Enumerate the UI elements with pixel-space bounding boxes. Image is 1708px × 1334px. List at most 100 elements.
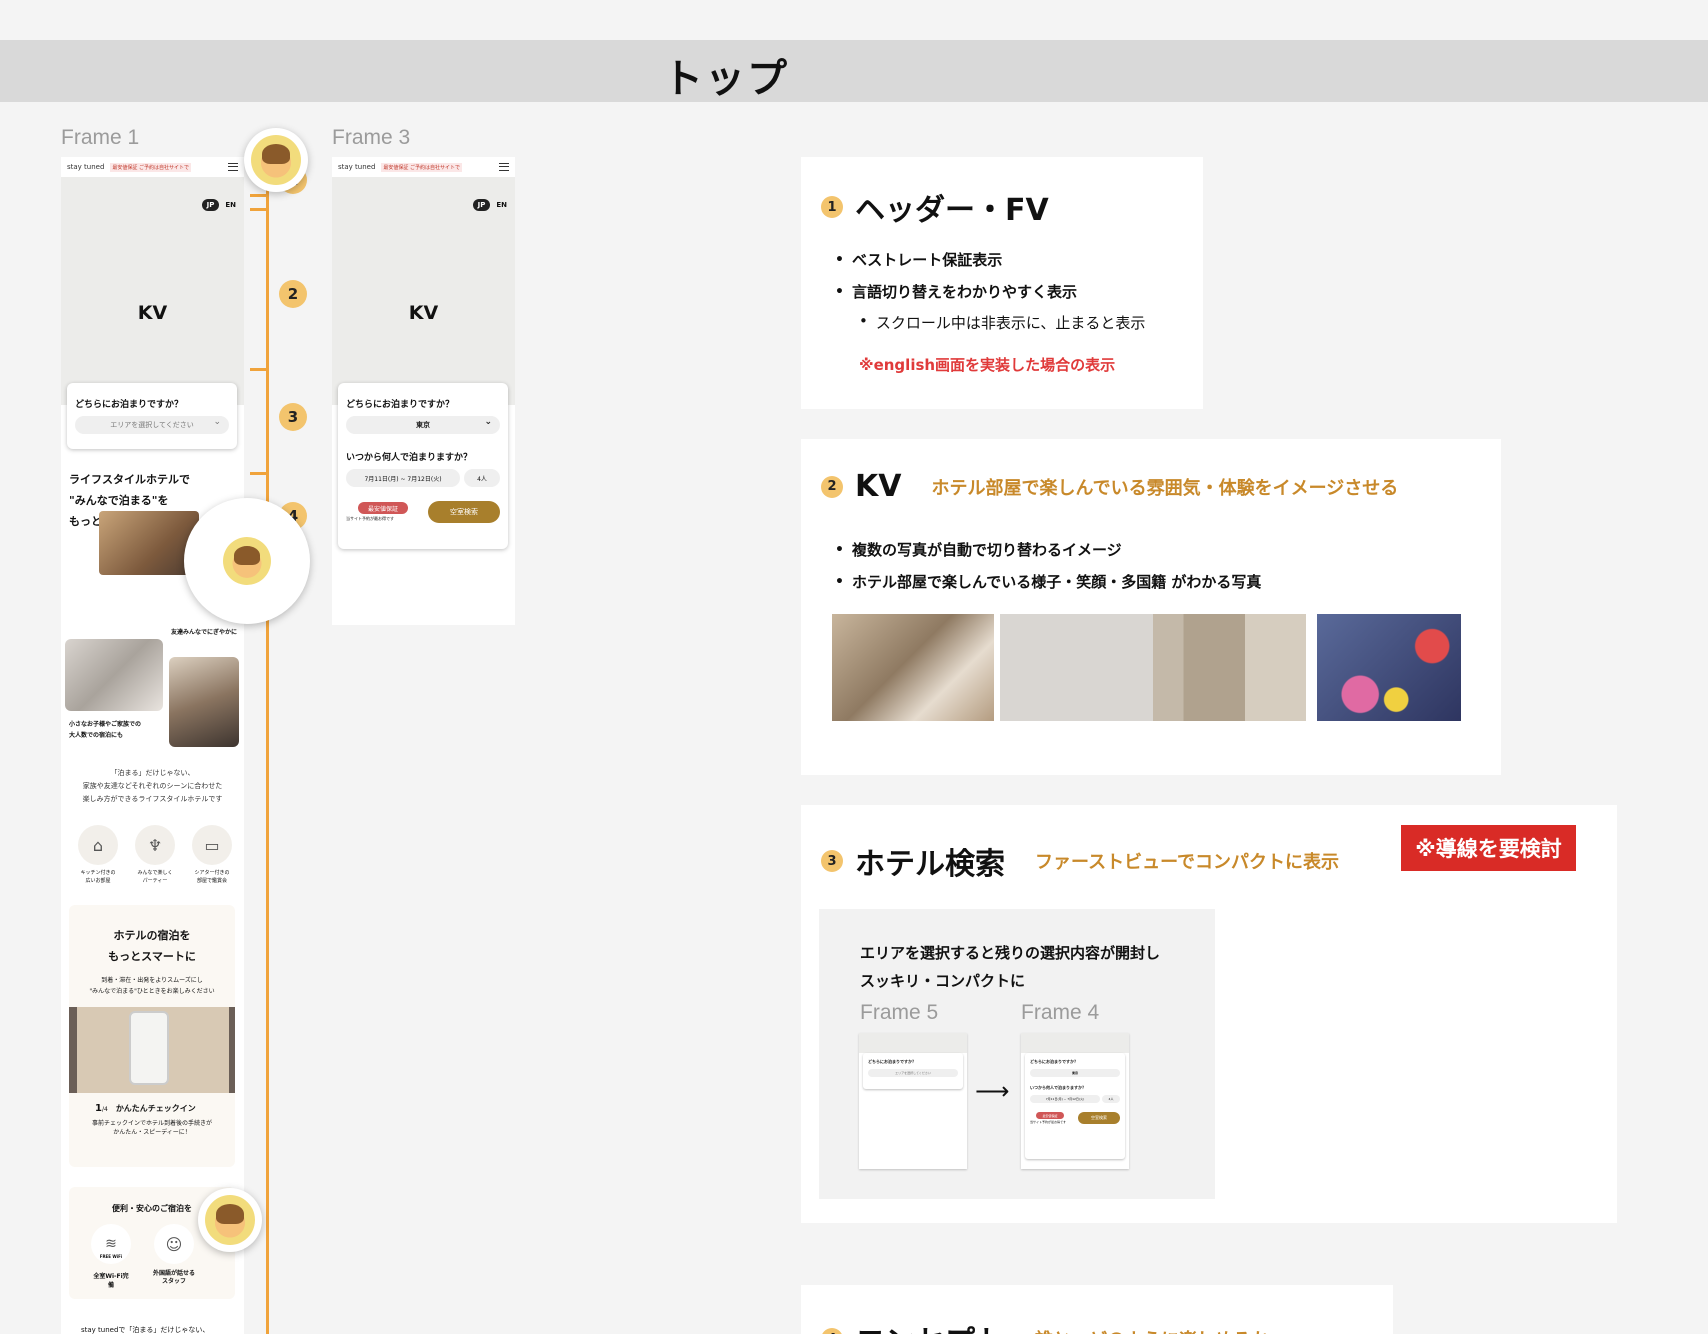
best-rate-badge: 最安値保証 ご予約は自社サイトで <box>381 162 463 172</box>
search-question: どちらにお泊まりですか？ <box>75 400 184 410</box>
date-range-input[interactable]: 7月11日(月) ~ 7月12日(火) <box>346 469 460 487</box>
frame-5-label: Frame 5 <box>860 1001 939 1024</box>
thumb-search-question: どちらにお泊まりですか？ <box>1030 1059 1078 1064</box>
flow-arrow-icon: ⟶ <box>975 1077 1010 1105</box>
intro-line-3: 楽しみ方ができるライフスタイルホテルです <box>82 795 223 803</box>
section-1-bullet-2: 言語切り替えをわかりやすく表示 <box>835 281 1077 302</box>
thumb-date-range: 7月11日(月) ~ 7月12日(火) <box>1030 1095 1100 1103</box>
collaborator-avatar[interactable] <box>198 1188 262 1252</box>
thumb-when-question: いつから何人で泊まりますか？ <box>1030 1085 1086 1090</box>
checkin-desc-line-2: かんたん・スピーディーに！ <box>113 1129 191 1136</box>
feature-staff: ☺ 外国語が話せる スタッフ <box>149 1224 199 1289</box>
section-3-alert-badge: ※導線を要検討 <box>1401 825 1576 871</box>
lang-en-button[interactable]: EN <box>225 201 236 209</box>
hamburger-menu-icon[interactable] <box>499 163 509 171</box>
language-switch[interactable]: JP EN <box>472 199 507 211</box>
frame-1-label: Frame 1 <box>61 126 140 149</box>
language-switch[interactable]: JP EN <box>201 199 236 211</box>
feature-party-line-1: みんなで楽しく <box>137 870 173 876</box>
phone-header: stay tuned 最安値保証 ご予約は自社サイトで <box>332 157 515 177</box>
intro-line-1: 「泊まる」だけじゃない、 <box>110 769 195 777</box>
timeline-line <box>266 186 269 1334</box>
checkin-desc-line-1: 事前チェックインでホテル到着後の手続きが <box>91 1120 212 1127</box>
kv-placeholder: KV <box>408 302 439 324</box>
collaborator-avatar-large[interactable] <box>184 498 310 624</box>
collaborator-avatar[interactable] <box>244 128 308 192</box>
stay-tuned-logo[interactable]: stay tuned <box>67 163 104 171</box>
section-1-bullet-1: ベストレート保証表示 <box>835 249 1002 270</box>
kv-photo-family <box>1000 614 1306 721</box>
page-header-banner: トップ <box>0 40 1708 102</box>
user-avatar-icon <box>205 1195 255 1245</box>
pot-icon: ⌂ <box>78 825 118 865</box>
section-3-flow-panel: エリアを選択すると残りの選択内容が開封し スッキリ・コンパクトに Frame 5… <box>819 909 1215 1199</box>
checkin-total: /4 <box>101 1106 108 1113</box>
feature-kitchen-line-1: キッチン付きの <box>80 870 116 876</box>
page-title: トップ <box>663 56 789 102</box>
search-vacancy-button[interactable]: 空室検索 <box>428 501 500 523</box>
lifestyle-heading-line-1: ライフスタイルホテルで <box>69 473 190 486</box>
thumb-search-button: 空室検索 <box>1078 1112 1120 1124</box>
intro-line-2: 家族や友達などそれぞれのシーンに合わせた <box>82 782 223 790</box>
section-3-title: ホテル検索 <box>855 847 1005 882</box>
thumb-guests: 4人 <box>1102 1095 1120 1103</box>
staff-icon: ☺ <box>154 1224 194 1264</box>
section-1-card: 1 ヘッダー・FV ベストレート保証表示 言語切り替えをわかりやすく表示 スクロ… <box>801 157 1203 409</box>
wifi-caption: 全室Wi-Fi完備 <box>93 1273 129 1289</box>
section-4-subtitle: 誰と・どのように楽しめるか <box>1035 1326 1269 1334</box>
caption-family: 小さなお子様やご家族での 大人数での宿泊にも <box>69 719 141 741</box>
frame-3-phone[interactable]: stay tuned 最安値保証 ご予約は自社サイトで JP EN KV どちら… <box>332 157 515 625</box>
kv-area: JP EN KV <box>332 177 515 405</box>
area-select[interactable]: エリアを選択してください <box>75 416 229 434</box>
footer-text: stay tunedで「泊まる」だけじゃない、 <box>81 1326 210 1334</box>
section-2-subtitle: ホテル部屋で楽しんでいる雰囲気・体験をイメージさせる <box>931 477 1399 499</box>
guest-count-input[interactable]: 4人 <box>464 469 500 487</box>
lifestyle-heading-line-2: "みんなで泊まる"を <box>69 494 169 507</box>
photo-seniors <box>169 657 239 747</box>
section-2-bullet-1: 複数の写真が自動で切り替わるイメージ <box>835 539 1122 560</box>
timeline-tick <box>250 368 267 371</box>
section-4-title: コンセプト <box>855 1317 1005 1334</box>
area-select[interactable]: 東京 <box>346 416 500 434</box>
phone-qr-icon <box>129 1011 169 1085</box>
frame-5-thumbnail: どちらにお泊まりですか？ エリアを選択してください <box>859 1033 967 1169</box>
thumb-best-rate-note: 当サイト予約が最お得です <box>1030 1120 1067 1124</box>
kv-area: JP EN KV <box>61 177 244 405</box>
timeline-tick <box>250 194 267 197</box>
hotel-search-card-expanded: どちらにお泊まりですか？ 東京 いつから何人で泊まりますか？ 7月11日(月) … <box>338 383 508 549</box>
phone-header: stay tuned 最安値保証 ご予約は自社サイトで <box>61 157 244 177</box>
frame-1-phone[interactable]: stay tuned 最安値保証 ご予約は自社サイトで JP EN KV どちら… <box>61 157 244 1334</box>
checkin-title: かんたんチェックイン <box>115 1104 196 1113</box>
feature-theater: ▭ シアター付きの 部屋で鑑賞会 <box>189 825 235 885</box>
smart-heading-line-1: ホテルの宿泊を <box>113 929 191 942</box>
step-2-marker: 2 <box>279 280 307 308</box>
best-rate-note: 当サイト予約が最お得です <box>346 516 394 521</box>
lang-jp-button[interactable]: JP <box>472 199 491 211</box>
section-2-title: KV <box>855 469 902 504</box>
user-avatar-icon <box>251 135 301 185</box>
when-question: いつから何人で泊まりますか？ <box>346 453 473 463</box>
kv-photo-girls <box>832 614 994 721</box>
cheers-icon: ♆ <box>135 825 175 865</box>
lang-jp-button[interactable]: JP <box>201 199 220 211</box>
section-4-number: 4 <box>821 1328 843 1334</box>
best-rate-pill: 最安値保証 <box>358 502 408 514</box>
hamburger-menu-icon[interactable] <box>228 163 238 171</box>
photo-family <box>65 639 163 711</box>
section-3-desc-line-2: スッキリ・コンパクトに <box>860 972 1026 990</box>
section-1-sub-bullet: スクロール中は非表示に、止まると表示 <box>859 312 1146 333</box>
feature-party-line-2: パーティー <box>142 878 168 884</box>
intro-text: 「泊まる」だけじゃない、 家族や友達などそれぞれのシーンに合わせた 楽しみ方がで… <box>61 767 244 806</box>
timeline-tick <box>250 472 267 475</box>
best-rate-badge: 最安値保証 ご予約は自社サイトで <box>110 162 192 172</box>
feature-kitchen: ⌂ キッチン付きの 広いお部屋 <box>75 825 121 885</box>
lang-en-button[interactable]: EN <box>496 201 507 209</box>
step-3-marker: 3 <box>279 403 307 431</box>
feature-wifi: ≋ FREE WiFi 全室Wi-Fi完備 <box>91 1224 131 1289</box>
wifi-label: FREE WiFi <box>99 1254 123 1259</box>
screen-icon: ▭ <box>192 825 232 865</box>
frame-3-label: Frame 3 <box>332 126 411 149</box>
frame-4-label: Frame 4 <box>1021 1001 1100 1024</box>
stay-tuned-logo[interactable]: stay tuned <box>338 163 375 171</box>
thumb-area-selected: 東京 <box>1030 1069 1120 1077</box>
